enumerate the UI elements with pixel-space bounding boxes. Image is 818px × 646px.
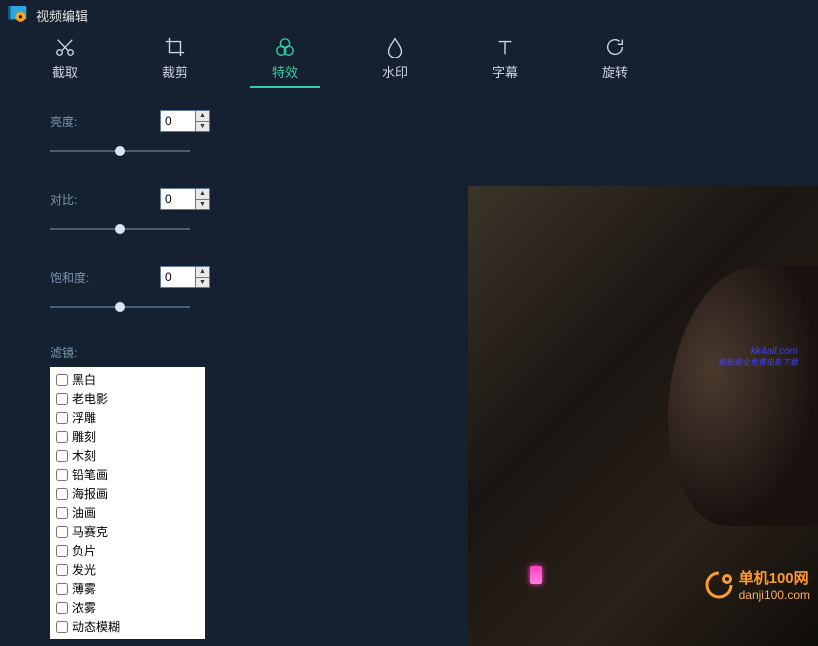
saturation-row: 饱和度: ▲▼ (50, 266, 210, 314)
filter-item-label: 海报画 (72, 485, 108, 502)
tabs: 截取 裁剪 特效 水印 字幕 旋转 (0, 30, 818, 86)
brightness-input[interactable] (161, 111, 195, 131)
filter-item[interactable]: 海报画 (56, 484, 199, 503)
spin-up-icon[interactable]: ▲ (196, 189, 209, 200)
filter-item-label: 马赛克 (72, 523, 108, 540)
source-logo-icon (705, 571, 733, 599)
filter-item-label: 浮雕 (72, 409, 96, 426)
brightness-row: 亮度: ▲▼ (50, 110, 210, 158)
rotate-icon (604, 36, 626, 58)
titlebar: 视频编辑 (0, 0, 818, 30)
filter-item-label: 老电影 (72, 390, 108, 407)
filter-item[interactable]: 木刻 (56, 446, 199, 465)
spin-up-icon[interactable]: ▲ (196, 267, 209, 278)
preview-artifact (530, 566, 542, 584)
filter-item[interactable]: 黑白 (56, 370, 199, 389)
filter-checkbox[interactable] (56, 431, 68, 443)
filter-checkbox[interactable] (56, 450, 68, 462)
filter-checkbox[interactable] (56, 526, 68, 538)
filter-item-label: 木刻 (72, 447, 96, 464)
tab-rotate[interactable]: 旋转 (580, 30, 650, 86)
spin-up-icon[interactable]: ▲ (196, 111, 209, 122)
filter-checkbox[interactable] (56, 469, 68, 481)
filter-item-label: 雕刻 (72, 428, 96, 445)
filter-checkbox[interactable] (56, 621, 68, 633)
contrast-slider[interactable] (50, 222, 190, 236)
filter-item-label: 负片 (72, 542, 96, 559)
tab-crop[interactable]: 裁剪 (140, 30, 210, 86)
source-watermark: 单机100网 danji100.com (705, 567, 810, 602)
tab-effects[interactable]: 特效 (250, 30, 320, 86)
filter-item[interactable]: 马赛克 (56, 522, 199, 541)
brightness-spinner[interactable]: ▲▼ (160, 110, 210, 132)
tab-subtitle[interactable]: 字幕 (470, 30, 540, 86)
brightness-slider[interactable] (50, 144, 190, 158)
brightness-label: 亮度: (50, 113, 77, 130)
filter-item-label: 铅笔画 (72, 466, 108, 483)
contrast-spinner[interactable]: ▲▼ (160, 188, 210, 210)
filter-item-label: 动态模糊 (72, 618, 120, 635)
filter-item[interactable]: 雕刻 (56, 427, 199, 446)
filter-checkbox[interactable] (56, 393, 68, 405)
filter-item[interactable]: 发光 (56, 560, 199, 579)
filter-checkbox[interactable] (56, 583, 68, 595)
preview-overlay-text: kk4all.com 最新最全免费电影下载 (718, 346, 798, 368)
contrast-input[interactable] (161, 189, 195, 209)
spin-down-icon[interactable]: ▼ (196, 200, 209, 210)
filter-checkbox[interactable] (56, 507, 68, 519)
tab-watermark[interactable]: 水印 (360, 30, 430, 86)
app-title: 视频编辑 (36, 6, 88, 25)
app-icon (8, 6, 28, 24)
filter-item[interactable]: 动态模糊 (56, 617, 199, 636)
filter-item-label: 黑白 (72, 371, 96, 388)
spin-down-icon[interactable]: ▼ (196, 122, 209, 132)
tab-cut[interactable]: 截取 (30, 30, 100, 86)
effects-panel: 亮度: ▲▼ 对比: ▲▼ (0, 90, 220, 608)
filter-item[interactable]: 油画 (56, 503, 199, 522)
slider-thumb[interactable] (115, 224, 125, 234)
saturation-slider[interactable] (50, 300, 190, 314)
spin-down-icon[interactable]: ▼ (196, 278, 209, 288)
filter-checkbox[interactable] (56, 564, 68, 576)
filter-item[interactable]: 负片 (56, 541, 199, 560)
filter-checkbox[interactable] (56, 374, 68, 386)
text-icon (494, 36, 516, 58)
saturation-spinner[interactable]: ▲▼ (160, 266, 210, 288)
scissors-icon (54, 36, 76, 58)
droplet-icon (384, 36, 406, 58)
filter-item[interactable]: 老电影 (56, 389, 199, 408)
filter-section: 滤镜: 黑白老电影浮雕雕刻木刻铅笔画海报画油画马赛克负片发光薄雾浓雾动态模糊 (50, 344, 210, 639)
filter-checkbox[interactable] (56, 488, 68, 500)
filter-item-label: 发光 (72, 561, 96, 578)
contrast-row: 对比: ▲▼ (50, 188, 210, 236)
slider-thumb[interactable] (115, 302, 125, 312)
filter-listbox: 黑白老电影浮雕雕刻木刻铅笔画海报画油画马赛克负片发光薄雾浓雾动态模糊 (50, 367, 205, 639)
source-site-url: danji100.com (739, 588, 810, 602)
saturation-input[interactable] (161, 267, 195, 287)
source-site-name: 单机100网 (739, 570, 809, 587)
filter-checkbox[interactable] (56, 412, 68, 424)
filter-label: 滤镜: (50, 344, 210, 361)
filter-checkbox[interactable] (56, 545, 68, 557)
filter-item-label: 油画 (72, 504, 96, 521)
effects-icon (274, 36, 296, 58)
filter-item[interactable]: 浮雕 (56, 408, 199, 427)
saturation-label: 饱和度: (50, 269, 89, 286)
filter-item[interactable]: 铅笔画 (56, 465, 199, 484)
filter-item[interactable]: 薄雾 (56, 579, 199, 598)
contrast-label: 对比: (50, 191, 77, 208)
filter-item-label: 薄雾 (72, 580, 96, 597)
slider-thumb[interactable] (115, 146, 125, 156)
crop-icon (164, 36, 186, 58)
